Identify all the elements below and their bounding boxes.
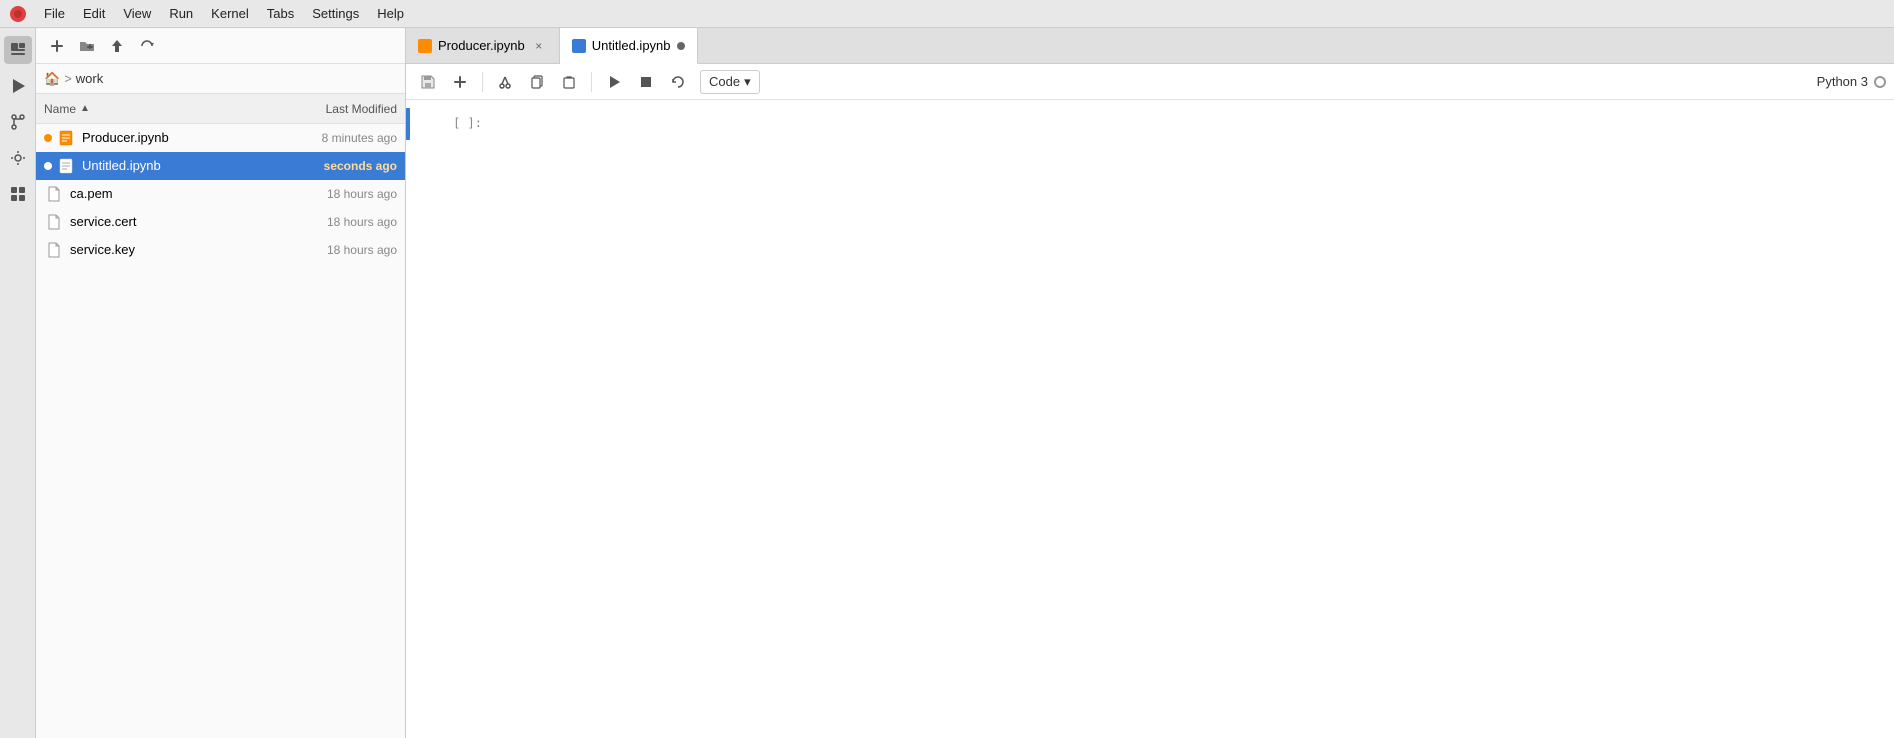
cell-type-arrow: ▾ [744,74,751,90]
breadcrumb-sep: > [64,71,72,86]
fb-refresh-btn[interactable] [134,33,160,59]
menu-kernel[interactable]: Kernel [203,4,257,23]
fb-toolbar [36,28,405,64]
fb-item-name-servicecert: service.cert [70,214,267,229]
tab-bar: Producer.ipynb × Untitled.ipynb [406,28,1894,64]
fb-item-modified-servicekey: 18 hours ago [267,243,397,257]
save-btn[interactable] [414,68,442,96]
fb-file-list: Producer.ipynb 8 minutes ago Untitled.ip… [36,124,405,738]
tab-icon-producer [418,39,432,53]
toolbar-divider-1 [482,72,483,92]
tab-close-producer[interactable]: × [531,38,547,54]
tab-icon-untitled [572,39,586,53]
fb-item-modified-servicecert: 18 hours ago [267,215,397,229]
tab-label-untitled: Untitled.ipynb [592,38,671,53]
tab-producer[interactable]: Producer.ipynb × [406,28,560,63]
menubar: File Edit View Run Kernel Tabs Settings … [0,0,1894,28]
sidebar-tools-btn[interactable] [4,144,32,172]
cut-btn[interactable] [491,68,519,96]
breadcrumb-home[interactable]: 🏠 [44,71,60,87]
nb-content: [ ]: [406,100,1894,738]
nb-toolbar: Code ▾ Python 3 [406,64,1894,100]
nb-dot-blue [44,162,52,170]
menu-tabs[interactable]: Tabs [259,4,302,23]
copy-btn[interactable] [523,68,551,96]
fb-item-name-producer: Producer.ipynb [82,130,267,145]
cell-prompt-0: [ ]: [410,112,490,130]
menu-edit[interactable]: Edit [75,4,113,23]
app-logo [8,4,28,24]
notebook-area: Producer.ipynb × Untitled.ipynb [406,28,1894,738]
fb-item-name-servicekey: service.key [70,242,267,257]
paste-btn[interactable] [555,68,583,96]
add-cell-btn[interactable] [446,68,474,96]
tab-unsaved-dot [677,42,685,50]
kernel-label: Python 3 [1817,74,1868,89]
run-btn[interactable] [600,68,628,96]
fb-list-header: Name ▲ Last Modified [36,94,405,124]
fb-item-untitled[interactable]: Untitled.ipynb seconds ago [36,152,405,180]
icon-sidebar [0,28,36,738]
main-layout: 🏠 > work Name ▲ Last Modified [0,28,1894,738]
fb-item-modified-capem: 18 hours ago [267,187,397,201]
menu-file[interactable]: File [36,4,73,23]
fb-item-servicecert[interactable]: service.cert 18 hours ago [36,208,405,236]
fb-item-modified-producer: 8 minutes ago [267,131,397,145]
fb-header-modified: Last Modified [267,102,397,116]
sort-icon: ▲ [80,103,90,114]
fb-item-servicekey[interactable]: service.key 18 hours ago [36,236,405,264]
breadcrumb-current: work [76,71,103,86]
restart-btn[interactable] [664,68,692,96]
fb-name-label: Name [44,102,76,116]
file-browser: 🏠 > work Name ▲ Last Modified [36,28,406,738]
cell-type-label: Code [709,74,740,89]
sidebar-files-btn[interactable] [4,36,32,64]
file-icon [44,184,64,204]
fb-item-capem[interactable]: ca.pem 18 hours ago [36,180,405,208]
notebook-icon-2 [56,156,76,176]
stop-btn[interactable] [632,68,660,96]
cell-content-0[interactable] [490,112,1894,136]
menu-view[interactable]: View [115,4,159,23]
tab-label-producer: Producer.ipynb [438,38,525,53]
fb-item-modified-untitled: seconds ago [267,159,397,173]
fb-item-producer[interactable]: Producer.ipynb 8 minutes ago [36,124,405,152]
fb-breadcrumb: 🏠 > work [36,64,405,94]
fb-header-name[interactable]: Name ▲ [44,102,267,116]
nb-dot-orange [44,134,52,142]
file-icon-3 [44,240,64,260]
fb-upload-btn[interactable] [104,33,130,59]
fb-new-folder-btn[interactable] [74,33,100,59]
kernel-status: Python 3 [1817,74,1886,89]
menu-help[interactable]: Help [369,4,412,23]
fb-item-name-untitled: Untitled.ipynb [82,158,267,173]
fb-item-name-capem: ca.pem [70,186,267,201]
fb-new-btn[interactable] [44,33,70,59]
toolbar-divider-2 [591,72,592,92]
file-icon-2 [44,212,64,232]
menu-settings[interactable]: Settings [304,4,367,23]
tab-untitled[interactable]: Untitled.ipynb [560,28,698,64]
sidebar-run-btn[interactable] [4,72,32,100]
sidebar-extension-btn[interactable] [4,180,32,208]
menu-run[interactable]: Run [161,4,201,23]
kernel-circle [1874,76,1886,88]
notebook-icon [56,128,76,148]
cell-type-selector[interactable]: Code ▾ [700,70,760,94]
sidebar-git-btn[interactable] [4,108,32,136]
nb-cell-0[interactable]: [ ]: [406,108,1894,140]
